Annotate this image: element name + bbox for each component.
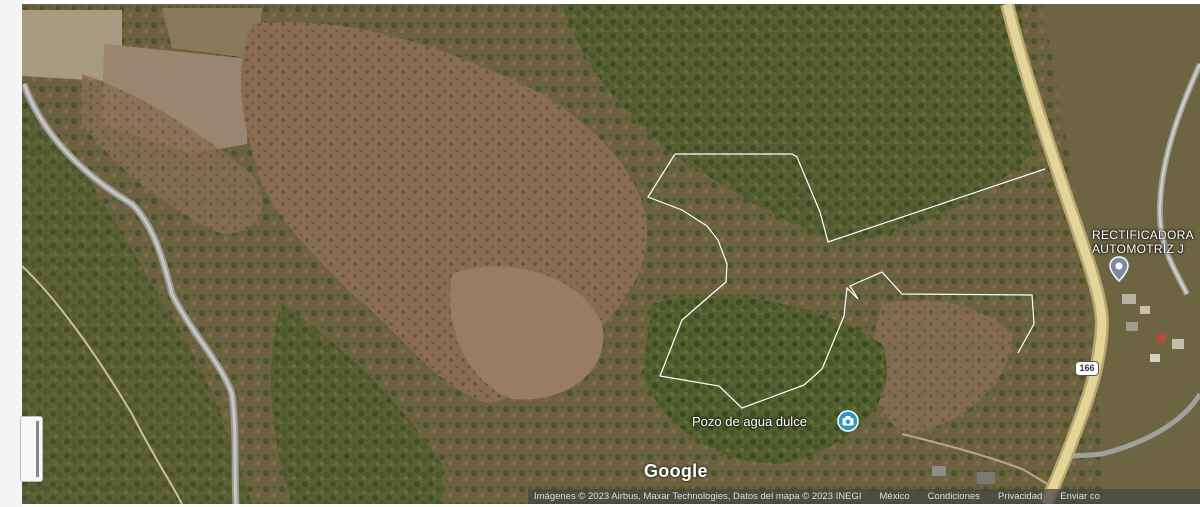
imagery-attribution: Imágenes © 2023 Airbus, Maxar Technologi… [534, 491, 862, 502]
scroll-bar[interactable] [36, 421, 39, 477]
business-label[interactable]: RECTIFICADORA AUTOMOTRIZ J [1092, 228, 1194, 256]
country-label: México [879, 491, 910, 502]
business-label-line1: RECTIFICADORA [1092, 228, 1194, 242]
left-page-strip [0, 0, 22, 507]
route-badge: 166 [1075, 361, 1099, 376]
google-logo: Google [644, 461, 708, 481]
business-label-line2: AUTOMOTRIZ J [1092, 242, 1185, 256]
map-pin-icon[interactable] [1109, 256, 1129, 282]
side-scroll-control[interactable] [20, 416, 43, 482]
terms-link[interactable]: Condiciones [928, 491, 980, 502]
camera-poi-icon[interactable] [837, 410, 859, 432]
satellite-map[interactable]: RECTIFICADORA AUTOMOTRIZ J 166 Pozo de a… [22, 4, 1200, 504]
attribution-bar: Imágenes © 2023 Airbus, Maxar Technologi… [528, 489, 1200, 504]
feedback-link[interactable]: Enviar co [1060, 491, 1100, 502]
privacy-link[interactable]: Privacidad [998, 491, 1042, 502]
satellite-imagery [22, 4, 1200, 504]
poi-label[interactable]: Pozo de agua dulce [692, 414, 807, 429]
